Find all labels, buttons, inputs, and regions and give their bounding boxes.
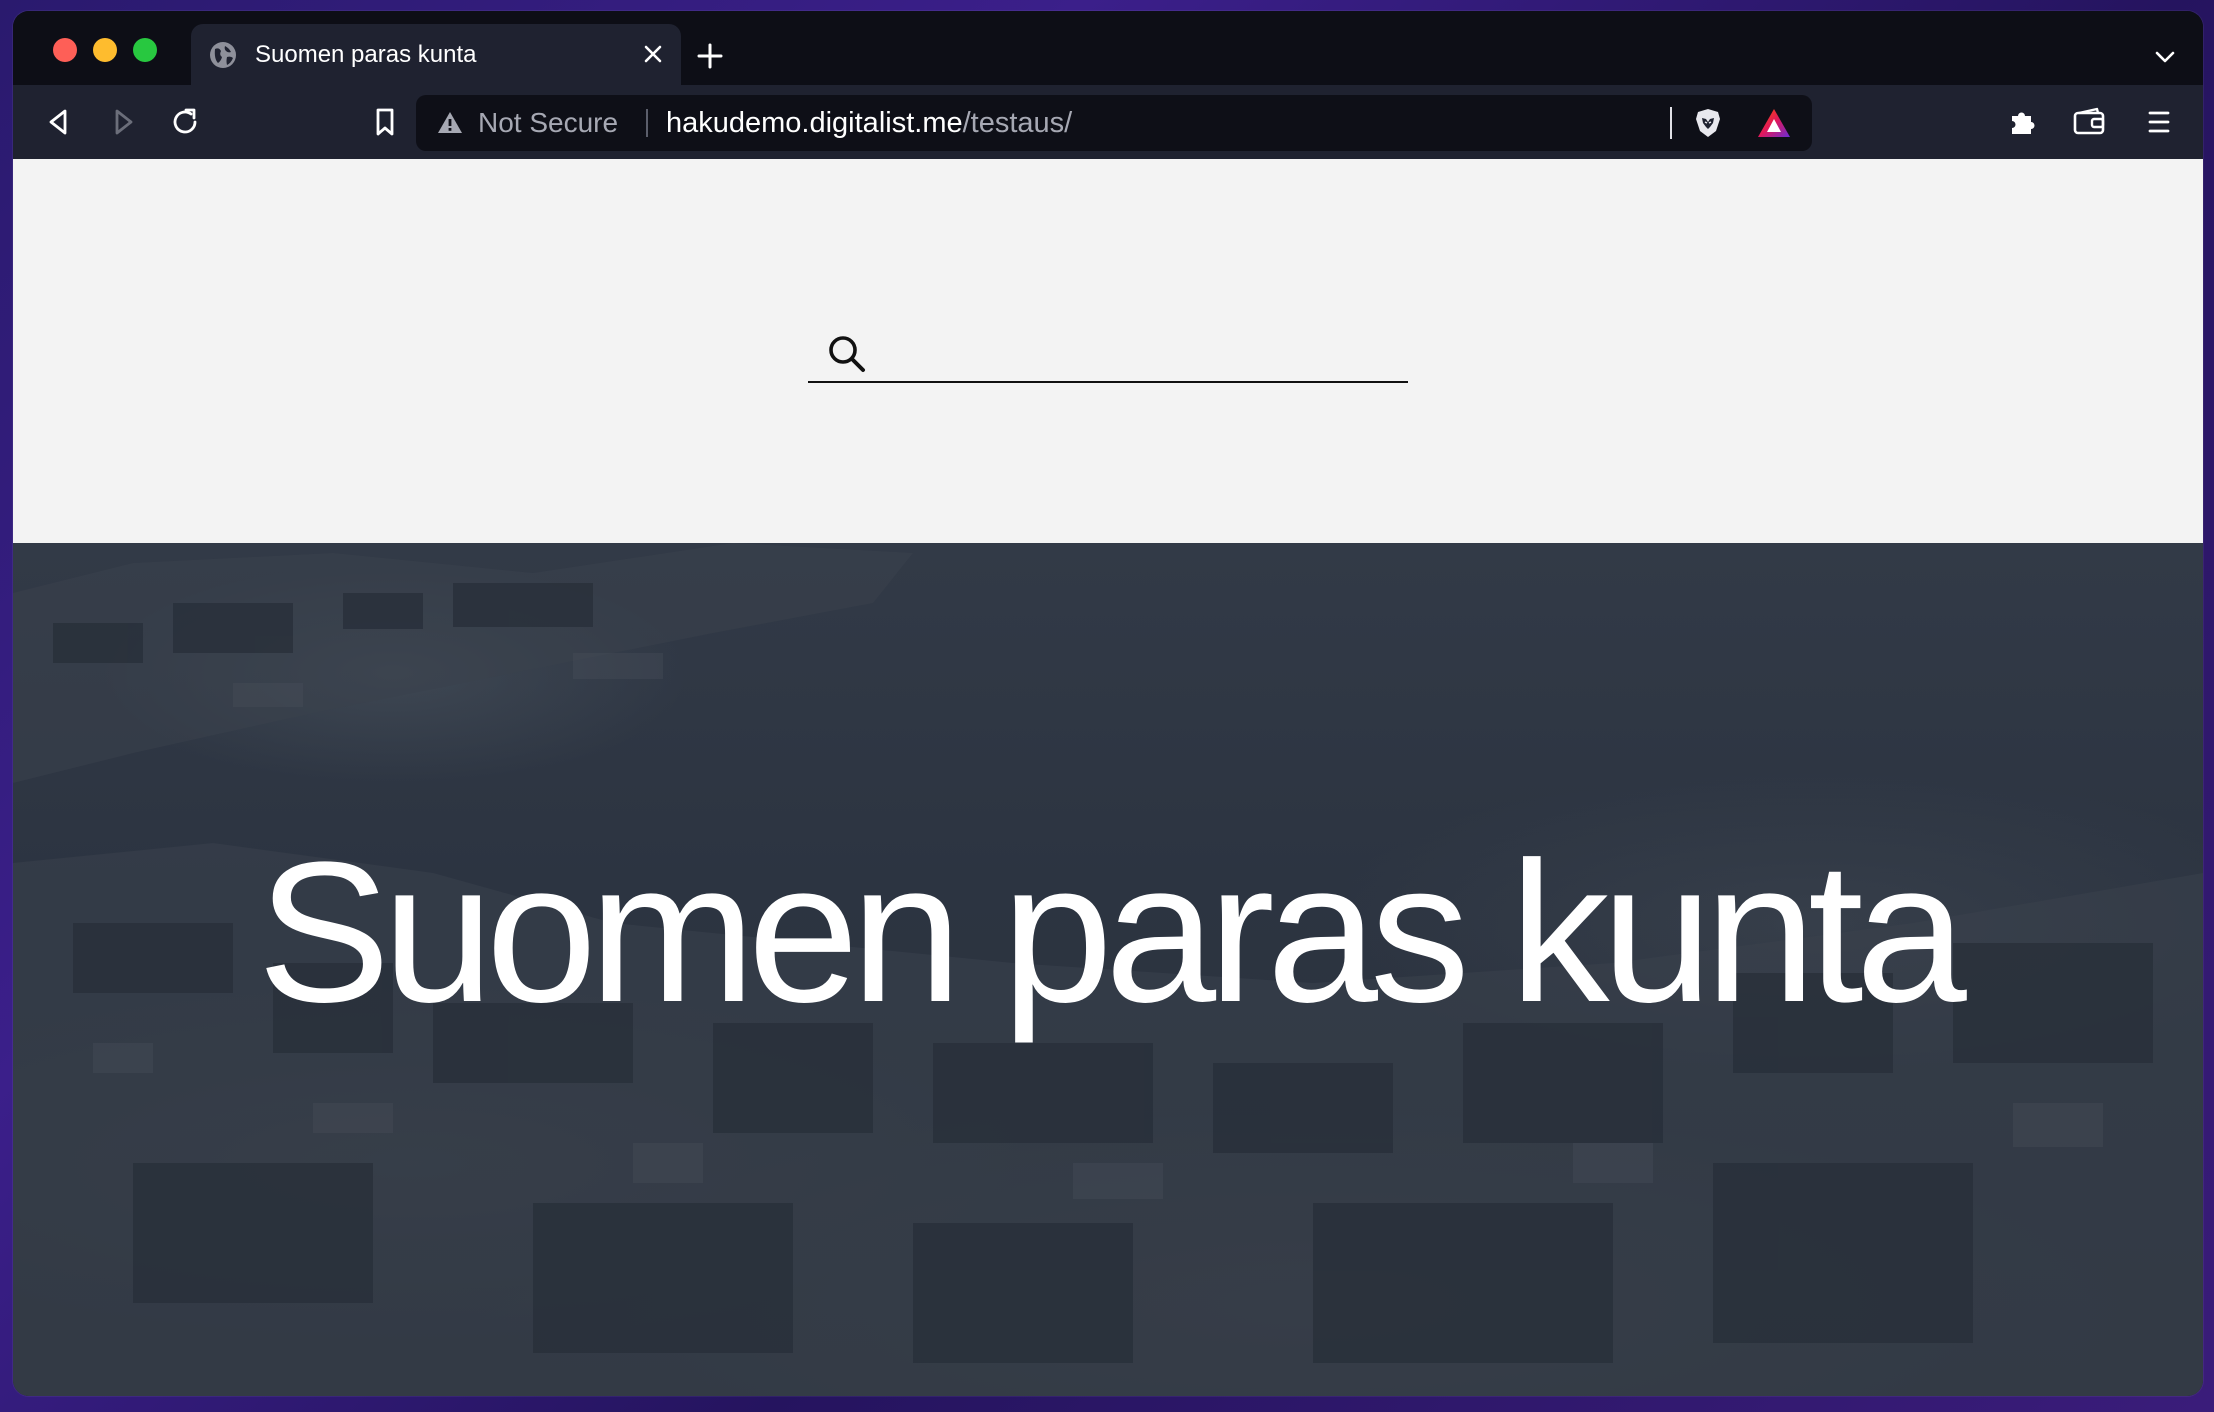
browser-window: Suomen paras kunta Not Secure hakudemo.d… <box>13 11 2203 1396</box>
extensions-puzzle-icon[interactable] <box>2005 104 2041 140</box>
url-divider <box>646 109 648 137</box>
brave-shield-icon[interactable] <box>1692 107 1724 139</box>
new-tab-plus-icon[interactable] <box>695 41 725 71</box>
search-panel <box>13 159 2203 543</box>
tab-close-icon[interactable] <box>639 40 667 68</box>
search-field[interactable] <box>808 317 1408 383</box>
wallet-icon[interactable] <box>2071 104 2107 140</box>
bookmark-icon[interactable] <box>367 104 403 140</box>
warning-triangle-icon[interactable] <box>436 109 464 137</box>
tab-title: Suomen paras kunta <box>255 41 477 68</box>
reload-icon[interactable] <box>167 104 203 140</box>
url-actions-divider <box>1670 107 1672 139</box>
back-arrow-icon[interactable] <box>41 104 77 140</box>
zoom-window-button[interactable] <box>133 38 157 62</box>
search-icon <box>829 336 865 372</box>
globe-icon <box>210 42 236 68</box>
close-window-button[interactable] <box>53 38 77 62</box>
url-path: /testaus/ <box>962 107 1073 139</box>
forward-arrow-icon[interactable] <box>105 104 141 140</box>
hamburger-menu-icon[interactable] <box>2141 104 2177 140</box>
hero-banner: Suomen paras kunta <box>13 543 2203 1396</box>
hero-title: Suomen paras kunta <box>257 821 1967 1044</box>
search-input[interactable] <box>886 321 1390 379</box>
url-text[interactable]: hakudemo.digitalist.me/testaus/ <box>666 95 1072 151</box>
url-host: hakudemo.digitalist.me <box>666 107 963 139</box>
page-content: Suomen paras kunta <box>13 159 2203 1396</box>
security-label[interactable]: Not Secure <box>478 95 618 151</box>
browser-toolbar: Not Secure hakudemo.digitalist.me/testau… <box>13 85 2203 159</box>
minimize-window-button[interactable] <box>93 38 117 62</box>
brave-rewards-icon[interactable] <box>1756 107 1792 139</box>
address-bar[interactable]: Not Secure hakudemo.digitalist.me/testau… <box>416 95 1812 151</box>
tab-list-chevron-icon[interactable] <box>2153 45 2177 69</box>
tab-strip: Suomen paras kunta <box>13 11 2203 85</box>
tab-active[interactable]: Suomen paras kunta <box>191 24 681 85</box>
